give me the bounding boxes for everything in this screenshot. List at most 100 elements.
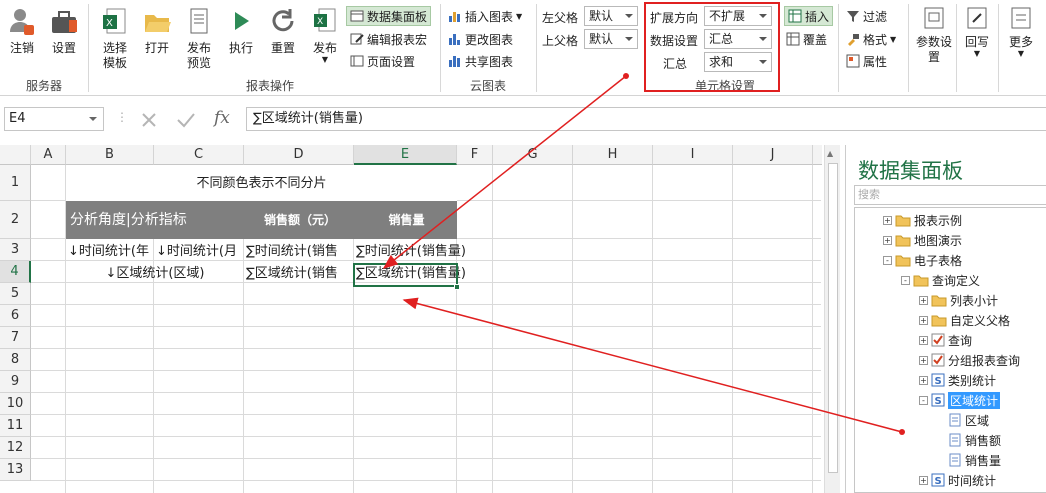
tree-node[interactable]: + 自定义父格 <box>919 310 1010 330</box>
execute-button[interactable]: 执行 <box>224 6 258 56</box>
cell-e3[interactable]: ∑时间统计(销售量) <box>354 241 494 263</box>
left-parent-select[interactable]: 默认 <box>584 6 638 26</box>
fill-handle[interactable] <box>454 284 460 290</box>
column-header-d[interactable]: D <box>244 145 354 165</box>
param-settings-button[interactable]: 参数设 置 <box>914 6 954 65</box>
column-header-j[interactable]: J <box>733 145 813 165</box>
edit-macro-button[interactable]: 编辑报表宏 <box>350 29 427 49</box>
filter-button[interactable]: 过滤 <box>846 6 887 26</box>
change-chart-button[interactable]: 更改图表 <box>448 29 513 49</box>
overwrite-button[interactable]: 覆盖 <box>786 29 827 49</box>
share-chart-icon <box>449 56 460 67</box>
insert-button[interactable]: 插入 <box>784 6 834 26</box>
row-header-10[interactable]: 10 <box>0 393 31 415</box>
expand-icon[interactable]: + <box>919 295 928 305</box>
tree-node[interactable]: + 查询 <box>919 330 972 350</box>
row-header-13[interactable]: 13 <box>0 459 31 481</box>
expand-icon[interactable]: + <box>919 335 928 345</box>
name-box[interactable]: E4 <box>4 107 104 131</box>
publish-button[interactable]: X 发布 ▼ <box>308 6 342 64</box>
row-header-9[interactable]: 9 <box>0 371 31 393</box>
column-header-g[interactable]: G <box>493 145 573 165</box>
formula-input[interactable]: ∑区域统计(销售量) <box>246 107 1046 131</box>
spreadsheet-grid[interactable]: ABCDEFGHIJ 1 2 3 4 5 6 7 8 9 10 11 12 13 不同颜色表示不同分片 … <box>0 145 822 493</box>
chevron-down-icon <box>89 117 97 121</box>
column-header-i[interactable]: I <box>653 145 733 165</box>
reset-button[interactable]: 重置 <box>266 6 300 56</box>
select-all-corner[interactable] <box>0 145 31 165</box>
cancel-icon[interactable] <box>140 111 158 129</box>
cell-c3[interactable]: ↓时间统计(月 <box>154 241 244 263</box>
tree-node[interactable]: 销售量 <box>937 450 1001 470</box>
writeback-button[interactable]: 回写 ▼ <box>960 6 994 58</box>
dataset-panel-button[interactable]: 数据集面板 <box>346 6 432 26</box>
row-header-1[interactable]: 1 <box>0 165 31 201</box>
expand-icon[interactable]: + <box>883 215 892 225</box>
tree-node[interactable]: + S 类别统计 <box>919 370 996 390</box>
dataset-tree[interactable]: + 报表示例 + 地图演示 - 电子表格 - 查询定义 + 列表小计 + 自定义父格 + 查询 + 分组报表查… <box>854 207 1046 493</box>
tree-node[interactable]: + S 时间统计 <box>919 470 996 490</box>
more-button[interactable]: 更多 ▼ <box>1004 6 1038 58</box>
header-cell-dimension[interactable]: 分析角度|分析指标 <box>68 209 244 231</box>
collapse-icon[interactable]: - <box>919 395 928 405</box>
confirm-icon[interactable] <box>176 111 196 129</box>
column-header-h[interactable]: H <box>573 145 653 165</box>
fx-icon[interactable]: fx <box>214 108 230 128</box>
row-header-6[interactable]: 6 <box>0 305 31 327</box>
row-header-8[interactable]: 8 <box>0 349 31 371</box>
column-header-c[interactable]: C <box>154 145 244 165</box>
row-header-5[interactable]: 5 <box>0 283 31 305</box>
row-header-4[interactable]: 4 <box>0 261 31 283</box>
cell-d4[interactable]: ∑区域统计(销售 <box>244 263 354 285</box>
share-chart-button[interactable]: 共享图表 <box>448 51 513 71</box>
column-header-e[interactable]: E <box>354 145 457 165</box>
expand-icon[interactable]: + <box>919 375 928 385</box>
top-parent-select[interactable]: 默认 <box>584 29 638 49</box>
collapse-icon[interactable]: - <box>883 255 892 265</box>
tree-node[interactable]: 销售额 <box>937 430 1001 450</box>
sheet-title-cell[interactable]: 不同颜色表示不同分片 <box>66 173 457 195</box>
svg-text:S: S <box>935 396 942 407</box>
tree-node[interactable]: - 查询定义 <box>901 270 980 290</box>
scroll-up-icon[interactable]: ▲ <box>827 149 833 158</box>
column-header-f[interactable]: F <box>457 145 493 165</box>
publish-preview-button[interactable]: 发布 预览 <box>182 6 216 71</box>
page-setup-button[interactable]: 页面设置 <box>350 51 415 71</box>
select-template-button[interactable]: X 选择 模板 <box>98 6 132 71</box>
tree-node[interactable]: - 电子表格 <box>883 250 962 270</box>
tree-node[interactable]: 区域 <box>937 410 989 430</box>
open-button[interactable]: 打开 <box>140 6 174 56</box>
row-header-11[interactable]: 11 <box>0 415 31 437</box>
row-header-2[interactable]: 2 <box>0 201 31 239</box>
column-header-b[interactable]: B <box>66 145 154 165</box>
settings-button[interactable]: 设置 <box>48 6 80 56</box>
logout-button[interactable]: 注销 <box>6 6 38 56</box>
row-header-3[interactable]: 3 <box>0 239 31 261</box>
row-header-12[interactable]: 12 <box>0 437 31 459</box>
expand-icon[interactable]: + <box>883 235 892 245</box>
header-cell-sales-volume[interactable]: 销售量 <box>354 209 457 231</box>
more-icon <box>1011 7 1031 29</box>
column-header-a[interactable]: A <box>31 145 66 165</box>
tree-node[interactable]: + 地图演示 <box>883 230 962 250</box>
expand-icon[interactable]: + <box>919 475 928 485</box>
format-button[interactable]: 格式 ▼ <box>846 29 896 49</box>
scroll-thumb[interactable] <box>828 163 838 473</box>
tree-node[interactable]: + 分组报表查询 <box>919 350 1020 370</box>
cell-b4[interactable]: ↓区域统计(区域) <box>66 263 244 285</box>
expand-icon[interactable]: + <box>919 355 928 365</box>
field-icon <box>949 453 962 467</box>
collapse-icon[interactable]: - <box>901 275 910 285</box>
insert-chart-button[interactable]: 插入图表 ▼ <box>448 6 522 26</box>
properties-button[interactable]: 属性 <box>846 51 887 71</box>
tree-node[interactable]: - S 区域统计 <box>919 390 1001 410</box>
cell-b3[interactable]: ↓时间统计(年 <box>66 241 154 263</box>
row-header-7[interactable]: 7 <box>0 327 31 349</box>
vertical-scrollbar[interactable]: ▲ <box>824 145 840 493</box>
tree-node[interactable]: + 报表示例 <box>883 210 962 230</box>
tree-node[interactable]: + 列表小计 <box>919 290 998 310</box>
cell-d3[interactable]: ∑时间统计(销售 <box>244 241 354 263</box>
panel-search-input[interactable]: 搜索 <box>854 185 1046 205</box>
header-cell-sales-amount[interactable]: 销售额（元） <box>244 209 354 231</box>
expand-icon[interactable]: + <box>919 315 928 325</box>
